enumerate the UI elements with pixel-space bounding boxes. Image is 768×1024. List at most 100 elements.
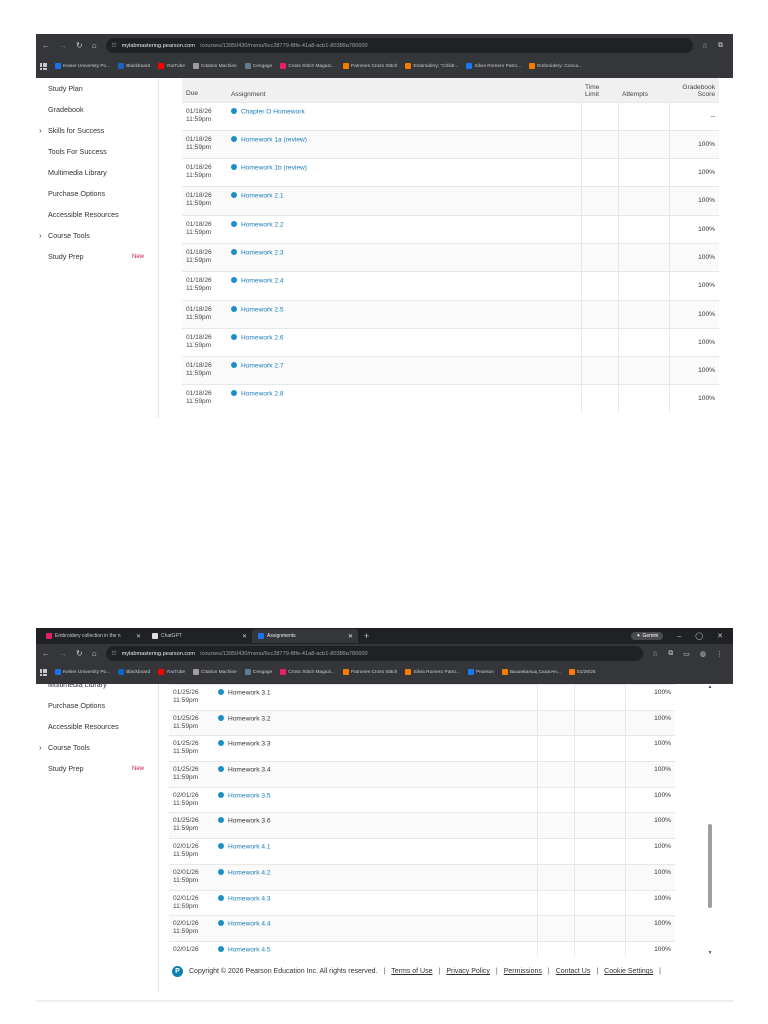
assignment-link[interactable]: Homework 3.4 (228, 767, 271, 774)
sidebar-item-skills-for-success[interactable]: › Skills for Success (36, 120, 158, 141)
close-icon[interactable]: ✕ (242, 633, 247, 640)
footer-link-privacy-policy[interactable]: Privacy Policy (446, 968, 490, 975)
footer-link-permissions[interactable]: Permissions (504, 968, 542, 975)
scroll-thumb[interactable] (708, 824, 712, 908)
sidebar-item-accessible-resources[interactable]: Accessible Resources (36, 716, 158, 737)
bookmark-youtube[interactable]: YouTube (158, 669, 185, 675)
tab-assignments[interactable]: Assignments ✕ (252, 629, 358, 643)
bookmark-cengage[interactable]: Cengage (244, 63, 272, 69)
back-icon[interactable]: ← (42, 649, 50, 658)
assignment-link[interactable]: Homework 3.2 (228, 715, 271, 722)
bookmark-patrones-cross-stitch[interactable]: Patrones Cross Stitch (342, 63, 397, 69)
assignment-link[interactable]: Homework 3.6 (228, 818, 271, 825)
home-icon[interactable]: ⌂ (92, 41, 97, 50)
sidebar-item-purchase-options[interactable]: Purchase Options (36, 695, 158, 716)
assignment-link[interactable]: Homework 3.5 (228, 792, 271, 799)
bookmark-cross-stitch-magazi[interactable]: Cross Stitch Magazi... (280, 669, 335, 675)
header-attempts[interactable]: Attempts (618, 78, 669, 102)
bookmark-silvia-romero-patro[interactable]: Silvia Romero Patro... (405, 669, 460, 675)
reload-icon[interactable]: ↻ (76, 649, 83, 658)
tab-chatgpt[interactable]: ChatGPT ✕ (146, 629, 252, 643)
assignment-link[interactable]: Homework 4.2 (228, 869, 271, 876)
footer-link-terms-of-use[interactable]: Terms of Use (391, 968, 432, 975)
new-tab-button[interactable]: + (358, 631, 375, 641)
assignment-link[interactable]: Chapter O Homework (241, 108, 305, 115)
apps-icon[interactable] (40, 62, 47, 70)
sidebar-item-gradebook[interactable]: Gradebook (36, 99, 158, 120)
header-assignment[interactable]: Assignment (227, 78, 581, 102)
assignment-link[interactable]: Homework 4.5 (228, 946, 271, 953)
bookmark-citation-machine[interactable]: Citation Machine (193, 63, 237, 69)
bookmark-youtube[interactable]: YouTube (158, 63, 185, 69)
assignment-link[interactable]: Homework 4.4 (228, 921, 271, 928)
extensions-icon[interactable]: ⧉ (718, 42, 723, 50)
star-icon[interactable]: ☆ (702, 42, 708, 50)
sidebar-item-tools-for-success[interactable]: Tools For Success (36, 141, 158, 162)
footer-link-contact-us[interactable]: Contact Us (556, 968, 591, 975)
sidebar-item-accessible-resources[interactable]: Accessible Resources (36, 204, 158, 225)
tab-embroidery-collection-in-the-n[interactable]: Embroidery collection in the n ✕ (40, 629, 146, 643)
header-time-limit[interactable]: Time Limit (581, 78, 618, 102)
minimize-icon[interactable]: – (677, 633, 681, 640)
gemini-button[interactable]: ✦ Gemini (631, 632, 664, 640)
bookmark-patrones-cross-stitch[interactable]: Patrones Cross Stitch (342, 669, 397, 675)
sidebar-item-multimedia-library[interactable]: Multimedia Library (36, 684, 158, 695)
assignment-link[interactable]: Homework 1a (review) (241, 136, 307, 143)
site-info-icon[interactable]: ☷ (112, 651, 117, 657)
address-bar[interactable]: ☷ mylabmastering.pearson.com/courses/139… (105, 38, 693, 53)
bookmark-[interactable]: Вышивальщ Сказочн... (501, 669, 561, 675)
sidebar-item-study-prep[interactable]: Study Prep New (36, 758, 158, 779)
assignment-link[interactable]: Homework 2.7 (241, 363, 284, 370)
bookmark-silvia-romero-patro[interactable]: Silvia Romero Patro... (466, 63, 521, 69)
sidebar-item-purchase-options[interactable]: Purchase Options (36, 183, 158, 204)
forward-icon[interactable]: → (59, 649, 67, 658)
assignment-link[interactable]: Homework 2.1 (241, 193, 284, 200)
sidebar-item-course-tools[interactable]: › Course Tools (36, 225, 158, 246)
assignment-link[interactable]: Homework 2.8 (241, 391, 284, 398)
scrollbar[interactable]: ▲ ▼ (707, 684, 713, 956)
menu-icon[interactable]: ⋮ (716, 650, 723, 658)
sidebar-item-multimedia-library[interactable]: Multimedia Library (36, 162, 158, 183)
reload-icon[interactable]: ↻ (76, 41, 83, 50)
sidebar-item-study-plan[interactable]: Study Plan (36, 78, 158, 99)
bookmark-cross-stitch-magazi[interactable]: Cross Stitch Magazi... (280, 63, 335, 69)
assignment-link[interactable]: Homework 2.2 (241, 221, 284, 228)
close-icon[interactable]: ✕ (717, 632, 723, 640)
sidebar-item-study-prep[interactable]: Study Prep New (36, 246, 158, 267)
back-icon[interactable]: ← (42, 41, 50, 50)
extensions-icon[interactable]: ⧉ (668, 650, 673, 658)
home-icon[interactable]: ⌂ (92, 649, 97, 658)
header-due[interactable]: Due (182, 78, 227, 102)
assignment-link[interactable]: Homework 3.1 (228, 690, 271, 697)
assignment-link[interactable]: Homework 2.5 (241, 306, 284, 313)
scroll-down-icon[interactable]: ▼ (707, 950, 713, 956)
footer-link-cookie-settings[interactable]: Cookie Settings (604, 968, 653, 975)
bookmark-pearson[interactable]: Pearson (467, 669, 494, 675)
assignment-link[interactable]: Homework 4.1 (228, 844, 271, 851)
apps-icon[interactable] (40, 668, 47, 676)
bookmark-keiser-university-po[interactable]: Keiser University Po... (55, 669, 110, 675)
bookmark-keiser-university-po[interactable]: Keiser University Po... (55, 63, 110, 69)
forward-icon[interactable]: → (59, 41, 67, 50)
scroll-up-icon[interactable]: ▲ (707, 684, 713, 690)
assignment-link[interactable]: Homework 4.3 (228, 895, 271, 902)
bookmark-01-26-26[interactable]: 01/26/26 (568, 669, 596, 675)
site-info-icon[interactable]: ☷ (112, 43, 117, 49)
assignment-link[interactable]: Homework 2.3 (241, 249, 284, 256)
bookmark-citation-machine[interactable]: Citation Machine (193, 669, 237, 675)
maximize-icon[interactable]: ◯ (695, 632, 703, 640)
assignment-link[interactable]: Homework 3.3 (228, 741, 271, 748)
close-icon[interactable]: ✕ (348, 633, 353, 640)
bookmark-cengage[interactable]: Cengage (244, 669, 272, 675)
header-score[interactable]: Gradebook Score (669, 78, 719, 102)
star-icon[interactable]: ☆ (652, 650, 658, 658)
profile-icon[interactable]: ◍ (700, 650, 706, 658)
assignment-link[interactable]: Homework 1b (review) (241, 165, 307, 172)
bookmark-embroidery-childr[interactable]: Embroidery: "Childr... (405, 63, 458, 69)
close-icon[interactable]: ✕ (136, 633, 141, 640)
bookmark-blackboard[interactable]: Blackboard (118, 669, 150, 675)
sidebar-item-course-tools[interactable]: › Course Tools (36, 737, 158, 758)
bookmark-blackboard[interactable]: Blackboard (118, 63, 150, 69)
bookmark-embroidery-corica[interactable]: Embroidery: Corica... (529, 63, 582, 69)
assignment-link[interactable]: Homework 2.4 (241, 278, 284, 285)
